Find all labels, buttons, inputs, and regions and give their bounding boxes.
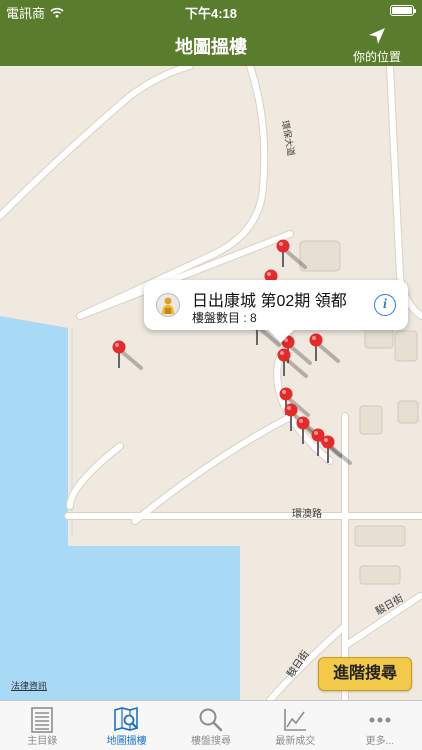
map-search-icon: [113, 707, 138, 732]
tab-label: 更多...: [365, 736, 394, 747]
road-label: 環澳路: [292, 507, 322, 520]
list-icon: [31, 707, 54, 733]
battery-icon: [390, 5, 416, 16]
status-time: 下午4:18: [184, 6, 238, 21]
tab-bar: 主目錄 地圖搵樓 樓盤搜尋 最新成交 更多...: [0, 700, 422, 750]
tab-label: 最新成交: [275, 736, 316, 747]
advanced-search-button[interactable]: 進階搜尋: [318, 657, 412, 691]
callout-listing-count: 樓盤數目 : 8: [192, 311, 257, 325]
tab-latest-transactions[interactable]: 最新成交: [253, 701, 337, 750]
map-callout[interactable]: 日出康城 第02期 領都 樓盤數目 : 8 i: [144, 280, 408, 330]
more-icon: [369, 717, 391, 723]
building-avatar-icon: [156, 293, 180, 317]
callout-title: 日出康城 第02期 領都: [192, 293, 347, 310]
location-arrow-icon: [369, 28, 385, 44]
map-pin[interactable]: [111, 340, 151, 372]
map-pin[interactable]: [275, 239, 315, 271]
status-bar: 電訊商 下午4:18: [0, 0, 422, 22]
search-icon: [199, 708, 223, 732]
info-icon[interactable]: i: [374, 294, 396, 316]
tab-property-search[interactable]: 樓盤搜尋: [169, 701, 253, 750]
map-background: 環保大道 環澳路 駿日街 駿日街: [0, 66, 422, 700]
tab-label: 地圖搵樓: [106, 736, 147, 747]
map-pin[interactable]: [320, 435, 360, 467]
tab-map-search[interactable]: 地圖搵樓: [84, 701, 168, 750]
map-pin[interactable]: [308, 333, 348, 365]
tab-label: 主目錄: [27, 736, 58, 747]
tab-main-menu[interactable]: 主目錄: [0, 701, 84, 750]
map-view[interactable]: 環保大道 環澳路 駿日街 駿日街 日出康城 第02期 領都 樓盤數目 : 8 i…: [0, 66, 422, 700]
your-location-label: 你的位置: [352, 50, 401, 64]
tab-label: 樓盤搜尋: [191, 736, 232, 747]
your-location-button[interactable]: 你的位置: [342, 26, 412, 65]
tab-more[interactable]: 更多...: [338, 701, 422, 750]
chart-icon: [284, 709, 307, 731]
navigation-bar: 地圖搵樓 你的位置: [0, 22, 422, 66]
legal-info-link[interactable]: 法律資訊: [11, 679, 47, 692]
